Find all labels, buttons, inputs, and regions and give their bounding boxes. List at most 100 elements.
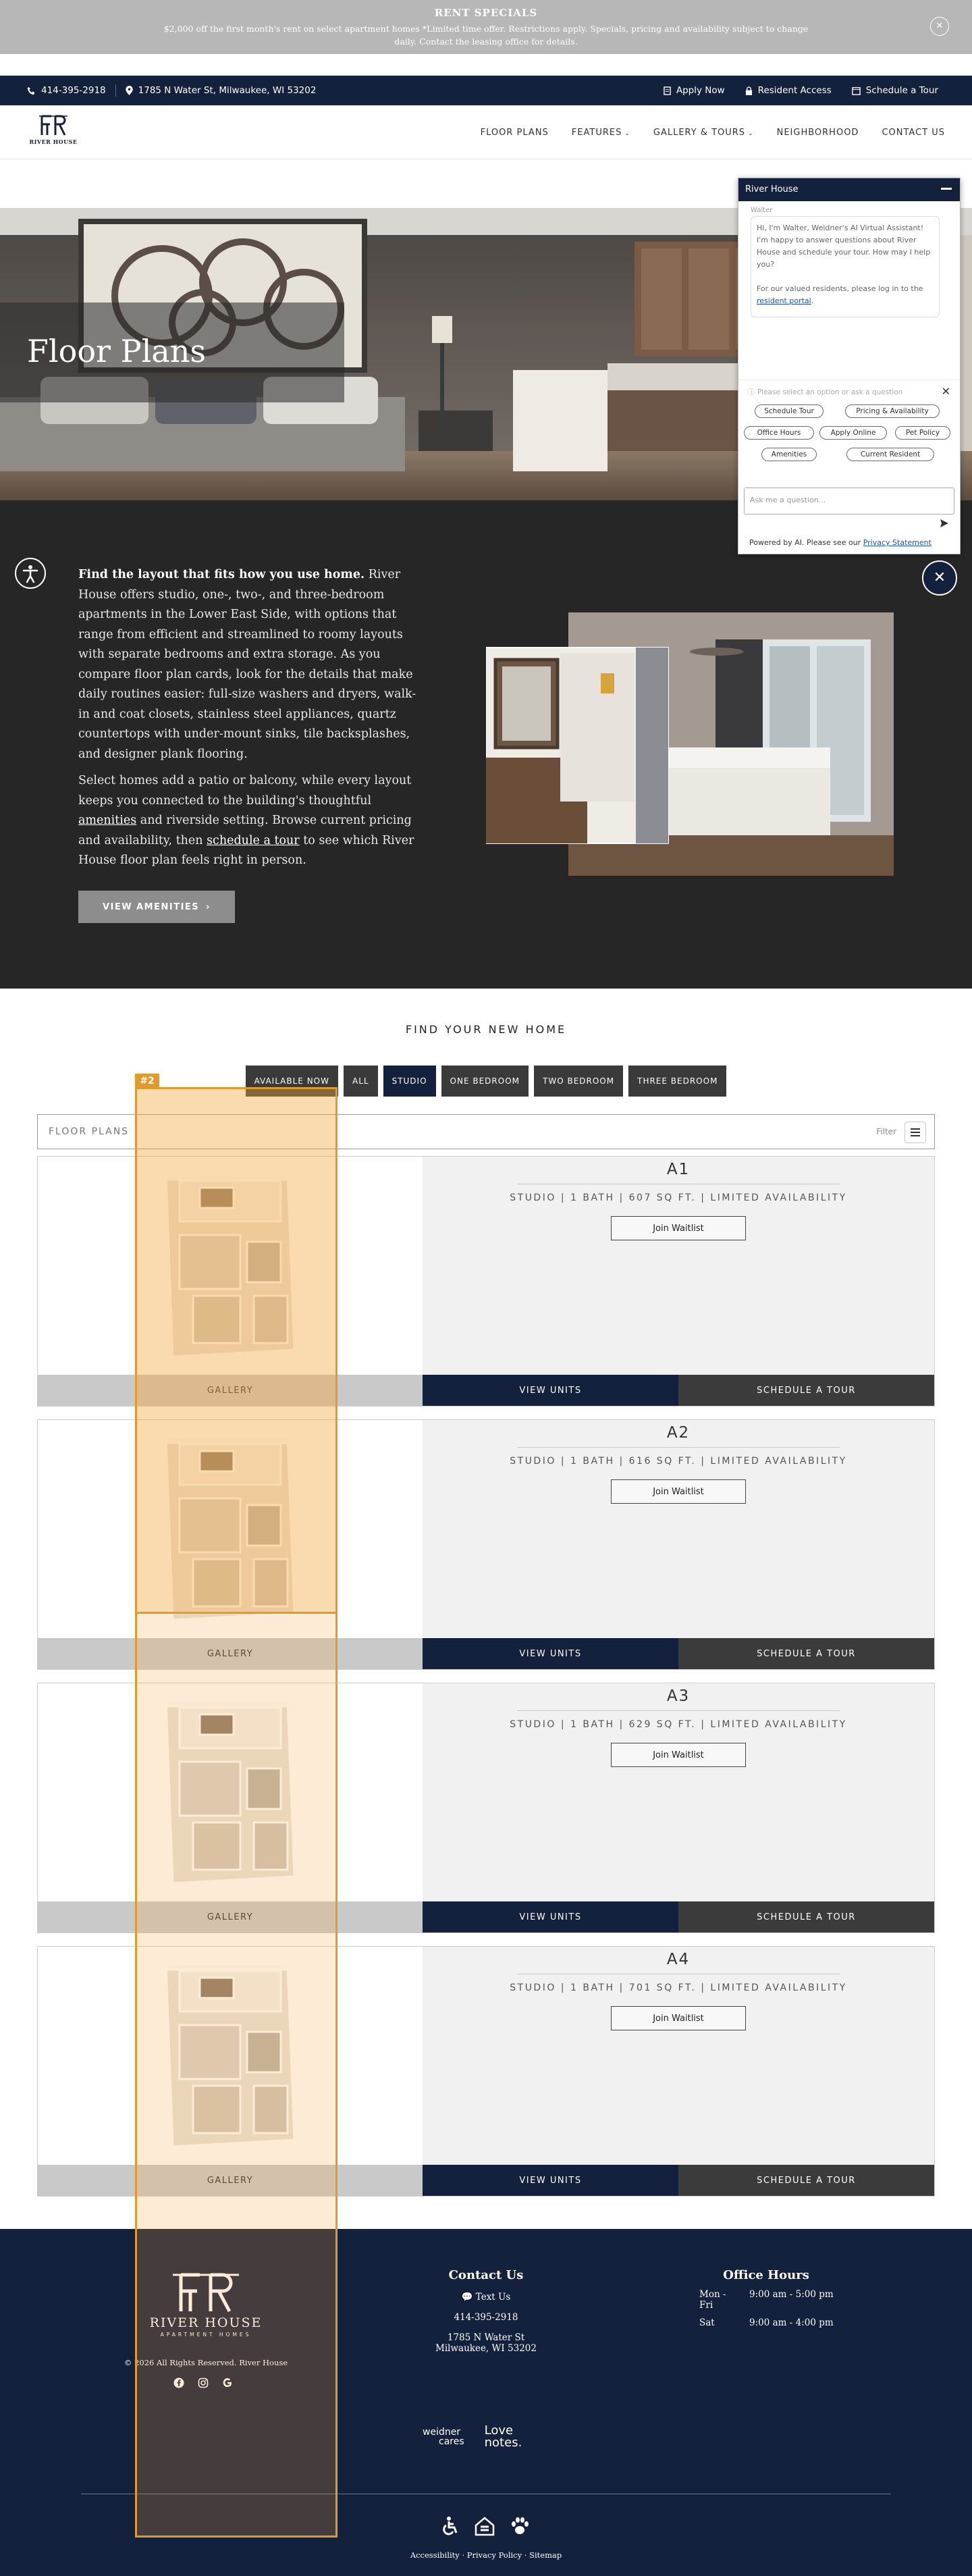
- map-pin-icon: [125, 86, 133, 95]
- join-waitlist-button[interactable]: Join Waitlist: [611, 1743, 746, 1767]
- promo-banner: RENT SPECIALS $2,000 off the first month…: [0, 0, 972, 54]
- nav-gallery-tours[interactable]: GALLERY & TOURS ⌄: [653, 128, 754, 138]
- weidner-cares-logo[interactable]: weidner cares: [423, 2427, 464, 2446]
- view-amenities-button[interactable]: VIEW AMENITIES ›: [78, 891, 235, 923]
- footer-address-line2[interactable]: Milwaukee, WI 53202: [418, 2343, 554, 2354]
- nav-floor-plans[interactable]: FLOOR PLANS: [481, 128, 549, 138]
- hamburger-icon: [911, 1128, 920, 1136]
- intro-paragraph: Select homes add a patio or balcony, whi…: [78, 771, 421, 871]
- option-amenities[interactable]: Amenities: [761, 448, 817, 461]
- nav-label: GALLERY & TOURS: [653, 127, 746, 138]
- join-waitlist-button[interactable]: Join Waitlist: [611, 1216, 746, 1240]
- footer-links[interactable]: Accessibility · Privacy Policy · Sitemap: [0, 2550, 972, 2560]
- option-current-resident[interactable]: Current Resident: [846, 448, 934, 461]
- address-link[interactable]: 1785 N Water St, Milwaukee, WI 53202: [125, 85, 317, 96]
- address-text: 1785 N Water St, Milwaukee, WI 53202: [138, 85, 317, 96]
- annotation-highlight-target: [135, 1087, 338, 1614]
- pet-friendly-icon: [512, 2517, 529, 2534]
- nav-label: CONTACT US: [882, 127, 945, 138]
- document-icon: [664, 86, 671, 95]
- close-options-icon[interactable]: ✕: [942, 385, 950, 398]
- wheelchair-icon: [443, 2517, 458, 2535]
- amenities-link[interactable]: amenities: [78, 814, 136, 827]
- apply-now-link[interactable]: Apply Now: [664, 85, 725, 96]
- site-logo[interactable]: RIVER HOUSE: [27, 113, 80, 145]
- schedule-tour-button[interactable]: SCHEDULE A TOUR: [678, 2165, 934, 2196]
- floorplan-name: A2: [666, 1424, 691, 1442]
- schedule-tour-link[interactable]: Schedule a Tour: [852, 85, 938, 96]
- view-units-button[interactable]: VIEW UNITS: [423, 1901, 678, 1933]
- divider: [517, 1447, 840, 1448]
- chat-input[interactable]: Ask me a question...: [744, 488, 954, 515]
- resident-access-label: Resident Access: [757, 85, 832, 96]
- text-us-label: Text Us: [475, 2292, 511, 2303]
- view-units-button[interactable]: VIEW UNITS: [423, 1375, 678, 1406]
- chat-close-button[interactable]: ✕: [922, 560, 957, 596]
- resident-access-link[interactable]: Resident Access: [745, 85, 832, 96]
- schedule-tour-inline-link[interactable]: schedule a tour: [207, 834, 300, 847]
- filter-two-bedroom[interactable]: TWO BEDROOM: [534, 1066, 624, 1097]
- option-office-hours[interactable]: Office Hours: [744, 426, 814, 440]
- office-hours: Office Hours Mon - Fri 9:00 am - 5:00 pm …: [675, 2268, 857, 2335]
- minimize-icon[interactable]: [941, 188, 952, 190]
- nav-label: FEATURES: [571, 127, 622, 138]
- office-hours-heading: Office Hours: [723, 2268, 809, 2282]
- resident-portal-link[interactable]: resident portal: [757, 296, 811, 305]
- option-apply-online[interactable]: Apply Online: [819, 426, 887, 440]
- partner-text: cares: [439, 2436, 464, 2447]
- annotation-label: #2: [135, 1074, 159, 1088]
- calendar-icon: [852, 86, 861, 95]
- footer-address-line1[interactable]: 1785 N Water St: [418, 2332, 554, 2343]
- logo-text: RIVER HOUSE: [29, 138, 78, 145]
- nav-label: NEIGHBORHOOD: [776, 127, 859, 138]
- send-button[interactable]: [940, 519, 949, 528]
- chat-footer: Powered by AI. Please see our Privacy St…: [749, 538, 932, 547]
- chevron-right-icon: ›: [206, 901, 211, 912]
- nav-features[interactable]: FEATURES ⌄: [572, 128, 630, 138]
- chat-title: River House: [745, 184, 799, 194]
- option-pricing-availability[interactable]: Pricing & Availability: [845, 404, 940, 418]
- accessibility-button[interactable]: [15, 558, 46, 589]
- view-units-button[interactable]: VIEW UNITS: [423, 1638, 678, 1669]
- promo-close-button[interactable]: ✕: [930, 17, 949, 36]
- chat-bubble-icon: 💬: [461, 2292, 473, 2303]
- text-us-link[interactable]: 💬 Text Us: [418, 2292, 554, 2303]
- intro-lead: Find the layout that fits how you use ho…: [78, 568, 365, 581]
- floorplan-info: A4 STUDIO | 1 BATH | 701 SQ FT. | LIMITED…: [423, 1947, 934, 2165]
- filter-three-bedroom[interactable]: THREE BEDROOM: [628, 1066, 727, 1097]
- option-schedule-tour[interactable]: Schedule Tour: [755, 404, 824, 418]
- filter-studio[interactable]: STUDIO: [383, 1066, 436, 1097]
- schedule-tour-button[interactable]: SCHEDULE A TOUR: [678, 1901, 934, 1933]
- phone-link[interactable]: 414-395-2918: [27, 85, 106, 96]
- option-pet-policy[interactable]: Pet Policy: [895, 426, 950, 440]
- join-waitlist-button[interactable]: Join Waitlist: [611, 1479, 746, 1504]
- floorplan-name: A4: [666, 1951, 691, 1968]
- chat-message: Hi, I'm Walter, Weidner's AI Virtual Ass…: [751, 216, 940, 317]
- filter-all[interactable]: ALL: [343, 1066, 378, 1097]
- send-icon: [940, 519, 948, 527]
- floorplan-info: A1 STUDIO | 1 BATH | 607 SQ FT. | LIMITED…: [423, 1157, 934, 1375]
- schedule-tour-button[interactable]: SCHEDULE A TOUR: [678, 1375, 934, 1406]
- nav-contact-us[interactable]: CONTACT US: [882, 128, 945, 138]
- view-units-button[interactable]: VIEW UNITS: [423, 2165, 678, 2196]
- floorplan-details: STUDIO | 1 BATH | 607 SQ FT. | LIMITED A…: [510, 1192, 847, 1203]
- divider: [517, 1710, 840, 1711]
- join-waitlist-button[interactable]: Join Waitlist: [611, 2006, 746, 2030]
- partner-text: notes.: [484, 2436, 522, 2450]
- privacy-statement-link[interactable]: Privacy Statement: [863, 538, 932, 547]
- chat-message-text-2: For our valued residents, please log in …: [757, 284, 923, 293]
- equal-housing-icon: [475, 2517, 495, 2536]
- nav-neighborhood[interactable]: NEIGHBORHOOD: [777, 128, 859, 138]
- chat-header: River House: [738, 178, 960, 201]
- nav-label: FLOOR PLANS: [480, 127, 549, 138]
- floorplan-info: A3 STUDIO | 1 BATH | 629 SQ FT. | LIMITED…: [423, 1683, 934, 1901]
- footer-phone[interactable]: 414-395-2918: [418, 2312, 554, 2323]
- filter-one-bedroom[interactable]: ONE BEDROOM: [441, 1066, 529, 1097]
- schedule-tour-button[interactable]: SCHEDULE A TOUR: [678, 1638, 934, 1669]
- love-notes-logo[interactable]: Love notes.: [485, 2425, 522, 2449]
- lock-icon: [745, 86, 753, 95]
- intro-paragraph: Find the layout that fits how you use ho…: [78, 565, 421, 764]
- filter-menu-button[interactable]: [905, 1122, 926, 1143]
- hours-day: Sat: [699, 2317, 715, 2328]
- hours-row: Sat 9:00 am - 4:00 pm: [675, 2317, 857, 2328]
